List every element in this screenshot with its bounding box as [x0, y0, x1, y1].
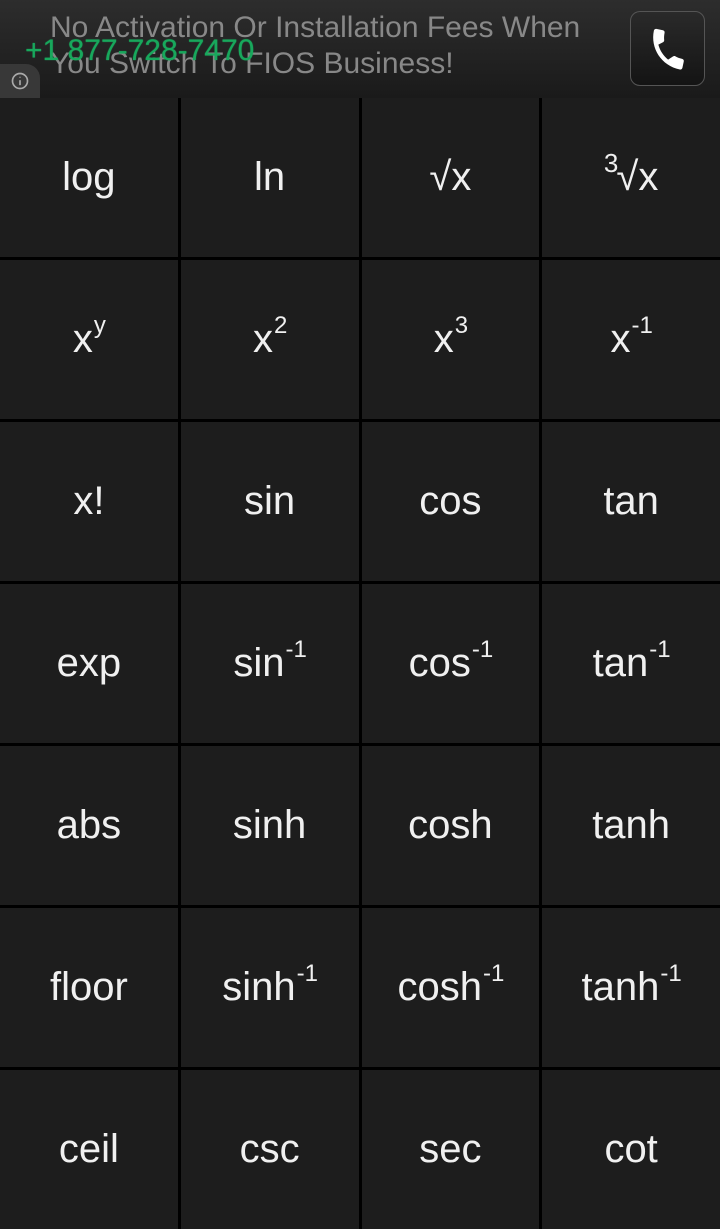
- atanh-key[interactable]: tanh-1: [542, 908, 720, 1067]
- ad-phone-number[interactable]: +1 877-728-7470: [25, 34, 254, 68]
- reciprocal-key[interactable]: x-1: [542, 260, 720, 419]
- acos-key[interactable]: cos-1: [362, 584, 540, 743]
- sinh-key[interactable]: sinh: [181, 746, 359, 905]
- atan-key[interactable]: tan-1: [542, 584, 720, 743]
- power-xy-key[interactable]: xy: [0, 260, 178, 419]
- csc-key[interactable]: csc: [181, 1070, 359, 1229]
- cube-key[interactable]: x3: [362, 260, 540, 419]
- cbrt-key[interactable]: 3√x: [542, 98, 720, 257]
- cosh-key[interactable]: cosh: [362, 746, 540, 905]
- scientific-keypad: log ln √x 3√x xy x2 x3 x-1 x! sin cos ta…: [0, 98, 720, 1229]
- square-key[interactable]: x2: [181, 260, 359, 419]
- floor-key[interactable]: floor: [0, 908, 178, 1067]
- asin-key[interactable]: sin-1: [181, 584, 359, 743]
- ln-key[interactable]: ln: [181, 98, 359, 257]
- sqrt-key[interactable]: √x: [362, 98, 540, 257]
- log-key[interactable]: log: [0, 98, 178, 257]
- cot-key[interactable]: cot: [542, 1070, 720, 1229]
- cos-key[interactable]: cos: [362, 422, 540, 581]
- abs-key[interactable]: abs: [0, 746, 178, 905]
- phone-icon: [640, 21, 695, 76]
- info-icon[interactable]: [0, 64, 40, 98]
- exp-key[interactable]: exp: [0, 584, 178, 743]
- factorial-key[interactable]: x!: [0, 422, 178, 581]
- sin-key[interactable]: sin: [181, 422, 359, 581]
- ceil-key[interactable]: ceil: [0, 1070, 178, 1229]
- tanh-key[interactable]: tanh: [542, 746, 720, 905]
- tan-key[interactable]: tan: [542, 422, 720, 581]
- asinh-key[interactable]: sinh-1: [181, 908, 359, 1067]
- ad-banner: No Activation Or Installation Fees When …: [0, 0, 720, 98]
- call-button[interactable]: [630, 11, 705, 86]
- sec-key[interactable]: sec: [362, 1070, 540, 1229]
- acosh-key[interactable]: cosh-1: [362, 908, 540, 1067]
